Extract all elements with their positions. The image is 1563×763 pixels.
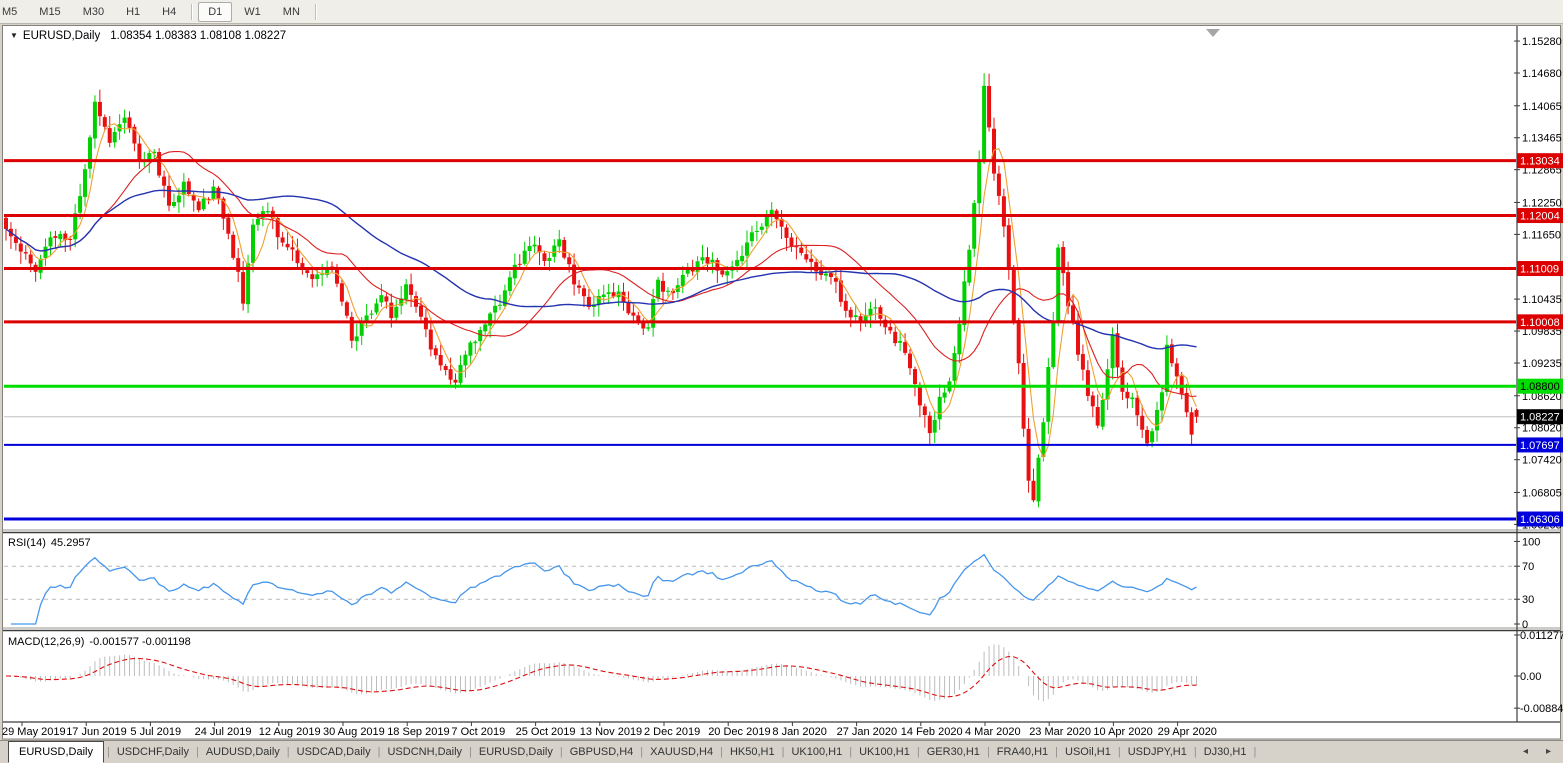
macd-tick-label: -0.008845	[1520, 703, 1563, 715]
rsi-tick-label: 30	[1522, 594, 1534, 606]
timeframe-mn-button[interactable]: MN	[273, 2, 310, 22]
chart-canvas[interactable]: 1.152801.146801.140651.134651.128651.122…	[0, 0, 1563, 762]
chart-dropdown-icon[interactable]: ▼	[10, 31, 18, 40]
date-label: 29 Apr 2020	[1158, 726, 1217, 738]
date-label: 17 Jun 2019	[66, 726, 127, 738]
date-label: 25 Oct 2019	[516, 726, 576, 738]
toolbar-divider	[314, 3, 317, 20]
timeframe-m30-button[interactable]: M30	[73, 2, 114, 22]
price-tick-label: 1.09235	[1522, 358, 1562, 370]
timeframe-m5-button[interactable]: M5	[0, 2, 27, 22]
chart-tab-bar: EURUSD,Daily | USDCHF,Daily | AUDUSD,Daily | U…	[0, 740, 1563, 763]
date-label: 2 Dec 2019	[644, 726, 700, 738]
date-label: 12 Aug 2019	[259, 726, 321, 738]
chart-symbol-label: EURUSD,Daily	[22, 30, 101, 42]
support-line-green-label: 1.08800	[1520, 381, 1560, 393]
price-tick-label: 1.13465	[1522, 133, 1562, 145]
date-label: 8 Jan 2020	[772, 726, 826, 738]
chart-tabs: EURUSD,Daily | USDCHF,Daily | AUDUSD,Daily | U…	[0, 740, 1257, 763]
chart-tab-usdchf-daily[interactable]: USDCHF,Daily	[110, 744, 196, 760]
chart-tab-usdcnh-daily[interactable]: USDCNH,Daily	[380, 744, 469, 760]
rsi-tick-label: 100	[1522, 536, 1540, 548]
date-label: 4 Mar 2020	[965, 726, 1021, 738]
chart-tab-usoil-h1[interactable]: USOil,H1	[1058, 744, 1118, 760]
timeframe-h4-button[interactable]: H4	[152, 2, 186, 22]
macd-tick-label: 0.011277	[1520, 630, 1563, 642]
price-tick-label: 1.07420	[1522, 455, 1562, 467]
timeframe-toolbar: M5 M15 M30 H1 H4 D1 W1 MN	[0, 0, 1563, 24]
resistance-line-1-label: 1.13034	[1520, 156, 1560, 168]
chart-tab-usdcad-daily[interactable]: USDCAD,Daily	[290, 744, 378, 760]
macd-tick-label: 0.00	[1520, 671, 1541, 683]
timeframe-d1-button[interactable]: D1	[198, 1, 233, 22]
date-label: 13 Nov 2019	[580, 726, 642, 738]
date-label: 24 Jul 2019	[195, 726, 252, 738]
date-label: 30 Aug 2019	[323, 726, 385, 738]
tabs-scroll-right-icon[interactable]: ▸	[1546, 746, 1551, 757]
chart-tab-eurusd-daily[interactable]: EURUSD,Daily	[472, 744, 560, 760]
toolbar-divider	[191, 3, 194, 20]
tab-separator: |	[1253, 745, 1257, 758]
tab-scroll-controls: ◂ ▸	[1523, 746, 1551, 757]
price-tick-label: 1.10435	[1522, 294, 1562, 306]
macd-indicator-label: MACD(12,26,9) -0.001577 -0.001198	[8, 636, 191, 648]
tabs-scroll-left-icon[interactable]: ◂	[1523, 746, 1528, 757]
support-line-blue-2-label: 1.06306	[1520, 514, 1560, 526]
resistance-line-4-label: 1.10008	[1520, 317, 1560, 329]
rsi-indicator-label: RSI(14) 45.2957	[8, 537, 91, 549]
date-label: 20 Dec 2019	[708, 726, 770, 738]
rsi-value: 45.2957	[50, 537, 91, 549]
price-tick-label: 1.08020	[1522, 423, 1562, 435]
date-label: 27 Jan 2020	[837, 726, 898, 738]
date-label: 23 Mar 2020	[1029, 726, 1091, 738]
chart-tab-eurusd-daily[interactable]: EURUSD,Daily	[8, 740, 104, 763]
chart-tab-usdjpy-h1[interactable]: USDJPY,H1	[1121, 744, 1194, 760]
date-label: 7 Oct 2019	[451, 726, 505, 738]
chart-tab-gbpusd-h4[interactable]: GBPUSD,H4	[563, 744, 641, 760]
chart-tab-hk50-h1[interactable]: HK50,H1	[723, 744, 782, 760]
support-line-blue-1-label: 1.07697	[1520, 440, 1560, 452]
price-tick-label: 1.14065	[1522, 101, 1562, 113]
date-label: 18 Sep 2019	[387, 726, 449, 738]
macd-label: MACD(12,26,9)	[8, 636, 85, 648]
chart-tab-audusd-daily[interactable]: AUDUSD,Daily	[199, 744, 287, 760]
date-label: 29 May 2019	[2, 726, 66, 738]
price-tick-label: 1.14680	[1522, 68, 1562, 80]
rsi-label: RSI(14)	[8, 537, 46, 549]
chart-ohlc-values: 1.08354 1.08383 1.08108 1.08227	[110, 30, 287, 42]
chart-tab-xauusd-h4[interactable]: XAUUSD,H4	[643, 744, 720, 760]
price-tick-label: 1.15280	[1522, 36, 1562, 48]
chart-tab-ger30-h1[interactable]: GER30,H1	[920, 744, 987, 760]
chart-tab-uk100-h1[interactable]: UK100,H1	[852, 744, 917, 760]
price-tick-label: 1.12250	[1522, 197, 1562, 209]
date-label: 10 Apr 2020	[1093, 726, 1152, 738]
chart-tab-fra40-h1[interactable]: FRA40,H1	[990, 744, 1055, 760]
timeframe-w1-button[interactable]: W1	[234, 2, 271, 22]
chart-tab-dj30-h1[interactable]: DJ30,H1	[1197, 744, 1254, 760]
macd-values: -0.001577 -0.001198	[89, 636, 191, 648]
current-price-label: 1.08227	[1520, 412, 1560, 424]
resistance-line-2-label: 1.12004	[1520, 211, 1560, 223]
date-label: 5 Jul 2019	[130, 726, 181, 738]
chart-window-bg	[2, 25, 1561, 739]
price-tick-label: 1.06805	[1522, 487, 1562, 499]
rsi-tick-label: 70	[1522, 561, 1534, 573]
mt4-app: { "toolbar": { "timeframes": ["M5","M15"…	[0, 0, 1563, 763]
price-tick-label: 1.11650	[1522, 229, 1561, 241]
chart-tab-uk100-h1[interactable]: UK100,H1	[784, 744, 849, 760]
date-label: 14 Feb 2020	[901, 726, 963, 738]
timeframe-h1-button[interactable]: H1	[116, 2, 150, 22]
resistance-line-3-label: 1.11009	[1520, 264, 1559, 276]
timeframe-m15-button[interactable]: M15	[29, 2, 70, 22]
chart-title: ▼ EURUSD,Daily 1.08354 1.08383 1.08108 1.0…	[10, 30, 286, 42]
